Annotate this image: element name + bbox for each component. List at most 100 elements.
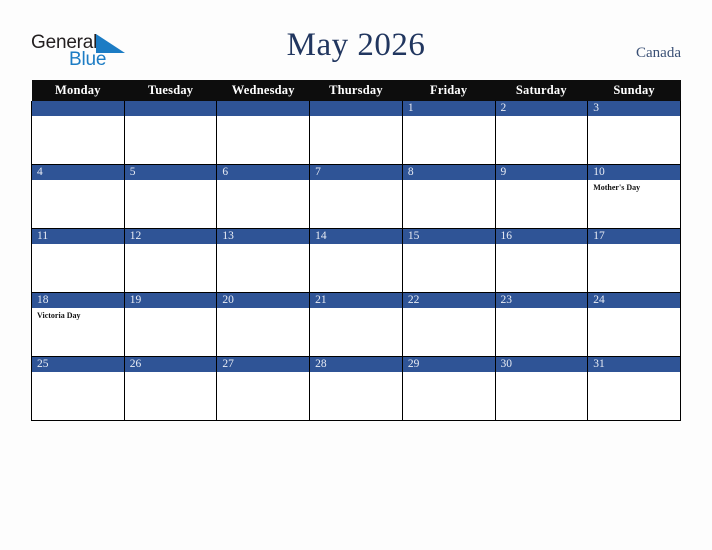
calendar-day-cell[interactable]: 22 (401, 292, 496, 357)
day-number: 14 (310, 229, 402, 244)
weekday-header-tuesday: Tuesday (124, 80, 217, 101)
day-cell-inner: 30 (495, 357, 588, 420)
day-number: 16 (495, 229, 588, 244)
day-cell-inner (124, 101, 217, 164)
day-cell-inner: 24 (588, 293, 680, 356)
calendar-body: 1 2 3 4 5 6 7 8 9 10 Mother's Day 11 12 13 14 15 16 17 18 V… (31, 101, 681, 421)
day-number: 30 (495, 357, 588, 372)
day-number: 26 (124, 357, 217, 372)
day-number: 7 (310, 165, 402, 180)
day-number: 25 (32, 357, 124, 372)
day-cell-inner: 31 (588, 357, 680, 420)
day-number (310, 101, 402, 116)
day-cell-inner: 19 (124, 293, 217, 356)
calendar-day-cell[interactable]: 26 (123, 356, 218, 421)
weekday-header-monday: Monday (31, 80, 125, 101)
day-cell-inner: 12 (124, 229, 217, 292)
day-number: 10 (588, 165, 680, 180)
day-cell-inner: 8 (402, 165, 495, 228)
day-cell-inner: 18 Victoria Day (32, 293, 124, 356)
weekday-header-sunday: Sunday (587, 80, 681, 101)
day-cell-inner: 9 (495, 165, 588, 228)
day-cell-inner: 11 (32, 229, 124, 292)
day-cell-inner: 4 (32, 165, 124, 228)
calendar-day-cell[interactable]: 6 (216, 164, 311, 229)
page-title: May 2026 (286, 27, 426, 63)
day-number: 1 (402, 101, 495, 116)
day-cell-inner: 1 (402, 101, 495, 164)
calendar-day-cell[interactable]: 30 (494, 356, 589, 421)
day-cell-inner: 14 (310, 229, 402, 292)
event-list: Mother's Day (588, 180, 680, 193)
calendar-day-cell[interactable]: 31 (587, 356, 681, 421)
calendar-day-cell[interactable]: 23 (494, 292, 589, 357)
day-cell-inner: 28 (310, 357, 402, 420)
day-number: 11 (32, 229, 124, 244)
calendar-day-cell[interactable]: 13 (216, 228, 311, 293)
day-number: 15 (402, 229, 495, 244)
calendar-day-cell[interactable]: 16 (494, 228, 589, 293)
day-cell-inner (217, 101, 310, 164)
calendar-day-cell[interactable]: 24 (587, 292, 681, 357)
calendar-day-cell[interactable]: 7 (309, 164, 403, 229)
calendar-day-cell[interactable]: 9 (494, 164, 589, 229)
day-number: 24 (588, 293, 680, 308)
weekday-header-row: Monday Tuesday Wednesday Thursday Friday… (31, 80, 681, 101)
calendar-empty-cell[interactable] (31, 101, 125, 165)
calendar-day-cell[interactable]: 20 (216, 292, 311, 357)
calendar-day-cell[interactable]: 14 (309, 228, 403, 293)
calendar-day-cell[interactable]: 12 (123, 228, 218, 293)
calendar-day-cell[interactable]: 5 (123, 164, 218, 229)
day-number: 18 (32, 293, 124, 308)
calendar-day-cell[interactable]: 25 (31, 356, 125, 421)
weekday-header-thursday: Thursday (309, 80, 403, 101)
holiday-event-label: Victoria Day (37, 311, 81, 320)
day-cell-inner: 6 (217, 165, 310, 228)
calendar-week-row: 11 12 13 14 15 16 17 (31, 228, 681, 293)
calendar-day-cell[interactable]: 11 (31, 228, 125, 293)
day-cell-inner: 27 (217, 357, 310, 420)
day-number: 17 (588, 229, 680, 244)
calendar-empty-cell[interactable] (123, 101, 218, 165)
calendar-day-cell[interactable]: 28 (309, 356, 403, 421)
day-cell-inner: 5 (124, 165, 217, 228)
calendar-day-cell[interactable]: 10 Mother's Day (587, 164, 681, 229)
day-number: 27 (217, 357, 310, 372)
holiday-event-label: Mother's Day (593, 183, 641, 192)
day-number: 19 (124, 293, 217, 308)
calendar-week-row: 123 (31, 101, 681, 165)
day-cell-inner: 17 (588, 229, 680, 292)
calendar-empty-cell[interactable] (216, 101, 311, 165)
calendar-day-cell[interactable]: 8 (401, 164, 496, 229)
calendar-day-cell[interactable]: 17 (587, 228, 681, 293)
calendar-day-cell[interactable]: 29 (401, 356, 496, 421)
day-cell-inner: 29 (402, 357, 495, 420)
day-cell-inner: 23 (495, 293, 588, 356)
day-number: 21 (310, 293, 402, 308)
calendar-day-cell[interactable]: 1 (401, 101, 496, 165)
day-number: 13 (217, 229, 310, 244)
calendar-day-cell[interactable]: 21 (309, 292, 403, 357)
day-cell-inner: 26 (124, 357, 217, 420)
day-number: 3 (588, 101, 680, 116)
calendar-day-cell[interactable]: 27 (216, 356, 311, 421)
calendar-day-cell[interactable]: 18 Victoria Day (31, 292, 125, 357)
day-number: 29 (402, 357, 495, 372)
day-cell-inner: 16 (495, 229, 588, 292)
day-cell-inner: 7 (310, 165, 402, 228)
day-number (32, 101, 124, 116)
day-number: 23 (495, 293, 588, 308)
calendar-day-cell[interactable]: 2 (494, 101, 589, 165)
calendar-day-cell[interactable]: 19 (123, 292, 218, 357)
calendar-empty-cell[interactable] (309, 101, 403, 165)
weekday-header-friday: Friday (402, 80, 496, 101)
calendar-day-cell[interactable]: 15 (401, 228, 496, 293)
day-number: 31 (588, 357, 680, 372)
calendar-day-cell[interactable]: 3 (587, 101, 681, 165)
day-number: 8 (402, 165, 495, 180)
day-cell-inner: 3 (588, 101, 680, 164)
day-number: 9 (495, 165, 588, 180)
day-number: 22 (402, 293, 495, 308)
calendar-day-cell[interactable]: 4 (31, 164, 125, 229)
day-cell-inner: 13 (217, 229, 310, 292)
